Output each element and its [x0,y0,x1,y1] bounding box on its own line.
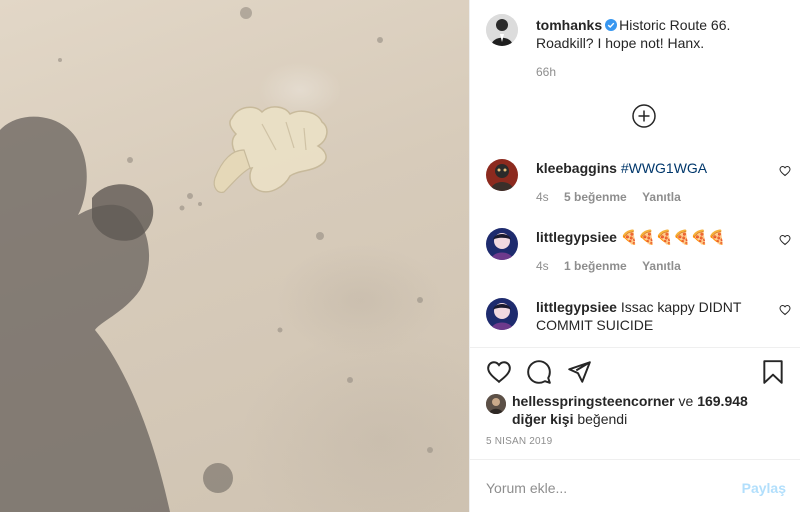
avatar-image [486,394,506,414]
liker-username[interactable]: hellesspringsteencorner [512,393,675,409]
comment-likes-count[interactable]: 1 beğenme [564,259,627,273]
caption-text-block: tomhanks Historic Route 66. Roadkill? I h… [536,16,776,52]
comment-hashtag[interactable]: #WWG1WGA [621,160,707,176]
camera-shadow [92,184,154,241]
add-comment-input[interactable] [486,476,726,500]
comment-timestamp[interactable]: 4s [536,190,549,204]
glove [213,106,328,193]
commenter-avatar[interactable] [486,298,518,330]
comment-bubble-icon[interactable] [526,359,552,385]
comment-item: littlegypsiee Issac kappy DIDNT COMMIT S… [486,298,800,358]
avatar-image [486,159,518,191]
tomhanks-avatar[interactable] [486,14,518,46]
save-bookmark-icon[interactable] [760,359,786,385]
liker-avatar[interactable] [486,394,506,414]
comment-reply-button[interactable]: Yanıtla [642,190,681,204]
post-action-bar [486,359,786,387]
comment-username[interactable]: kleebaggins [536,160,617,176]
commenter-avatar[interactable] [486,228,518,260]
comment-meta: 4s 1 beğenme Yanıtla [536,259,693,273]
avatar-image [486,298,518,330]
comment-item: littlegypsiee 🍕🍕🍕🍕🍕🍕 4s 1 beğenme Yanıtl… [486,228,800,288]
comment-text-block: littlegypsiee 🍕🍕🍕🍕🍕🍕 [536,228,766,246]
add-comment-form: Paylaş [486,472,786,504]
caption-timestamp[interactable]: 66h [536,65,556,79]
likes-text: hellesspringsteencorner ve 169.948 diğer… [512,392,782,428]
post-caption: tomhanks Historic Route 66. Roadkill? I h… [486,14,786,114]
comment-like-heart-icon[interactable] [779,165,791,177]
section-divider [470,347,800,348]
instagram-post: tomhanks Historic Route 66. Roadkill? I h… [0,0,800,512]
photo-illustration [0,7,433,512]
comment-text-block: littlegypsiee Issac kappy DIDNT COMMIT S… [536,298,766,334]
section-divider [470,459,800,460]
comment-text-block: kleebaggins #WWG1WGA [536,159,766,177]
comment-timestamp[interactable]: 4s [536,259,549,273]
likes-suffix: beğendi [577,411,628,427]
caption-username[interactable]: tomhanks [536,17,602,33]
likes-connector: ve [678,393,694,409]
post-comment-button[interactable]: Paylaş [742,480,786,496]
comment-username[interactable]: littlegypsiee [536,299,617,315]
comment-username[interactable]: littlegypsiee [536,229,617,245]
share-paper-plane-icon[interactable] [566,359,592,385]
avatar-image [486,228,518,260]
comment-meta: 4s 5 beğenme Yanıtla [536,190,693,204]
commenter-avatar[interactable] [486,159,518,191]
comment-reply-button[interactable]: Yanıtla [642,259,681,273]
comment-like-heart-icon[interactable] [779,304,791,316]
like-heart-icon[interactable] [486,359,512,385]
post-side-panel: tomhanks Historic Route 66. Roadkill? I h… [469,0,800,512]
comment-like-heart-icon[interactable] [779,234,791,246]
comment-text: 🍕🍕🍕🍕🍕🍕 [620,229,726,245]
comment-item: kleebaggins #WWG1WGA 4s 5 beğenme Yanıtl… [486,159,800,219]
person-shadow [0,116,170,512]
post-date[interactable]: 5 Nisan 2019 [486,436,552,447]
verified-badge-icon [605,19,618,31]
avatar-image [486,14,518,46]
post-photo[interactable] [0,0,469,512]
comment-likes-count[interactable]: 5 beğenme [564,190,627,204]
load-more-comments-icon[interactable] [631,103,657,129]
